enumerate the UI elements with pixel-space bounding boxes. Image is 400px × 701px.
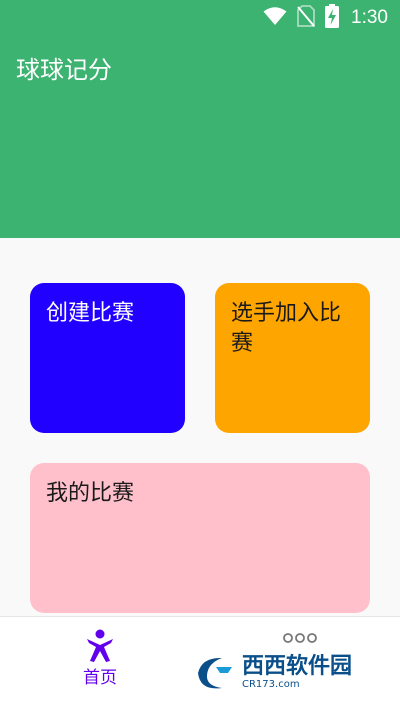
create-match-card[interactable]: 创建比赛: [30, 283, 185, 433]
join-match-card[interactable]: 选手加入比赛: [215, 283, 370, 433]
my-matches-card[interactable]: 我的比赛: [30, 463, 370, 613]
watermark-swoosh-icon: [198, 657, 232, 689]
watermark-brand: 西西软件园: [242, 654, 353, 679]
status-icons: 1:30: [263, 4, 388, 32]
watermark-text: 西西软件园 CR173.com: [242, 656, 352, 690]
more-dots-icon: [282, 629, 318, 648]
watermark-url: CR173.com: [242, 679, 300, 690]
app-title: 球球记分: [16, 56, 112, 84]
person-icon: [85, 629, 115, 667]
bottom-nav: 首页 西西软件园 CR173.com: [0, 616, 400, 701]
watermark-logo: 西西软件园 CR173.com: [192, 651, 392, 695]
battery-charging-icon: [325, 4, 340, 32]
main-content: 创建比赛 选手加入比赛 我的比赛: [0, 238, 400, 616]
nav-label-home: 首页: [83, 668, 117, 688]
join-match-label: 选手加入比赛: [231, 301, 342, 356]
nav-item-home[interactable]: 首页: [0, 617, 200, 701]
status-bar: 1:30: [0, 0, 400, 36]
status-time: 1:30: [351, 7, 388, 28]
my-matches-label: 我的比赛: [46, 481, 135, 506]
create-match-label: 创建比赛: [46, 301, 135, 326]
no-sim-icon: [297, 5, 315, 31]
app-header: 1:30 球球记分: [0, 0, 400, 238]
wifi-icon: [263, 6, 287, 30]
